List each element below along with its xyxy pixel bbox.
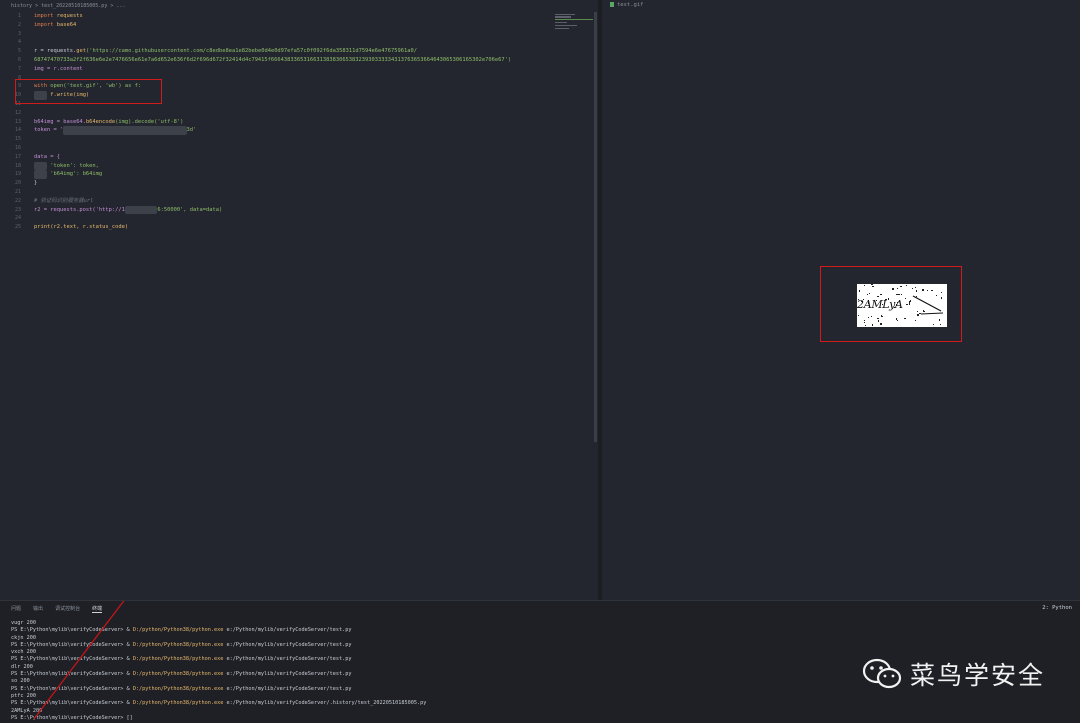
line-number-gutter: 1 2 3 4 5 6 7 8 9 10 11 12 13 14 15 16 17 18 19 20 21 22 23 24 2…: [0, 12, 24, 232]
tab-problems[interactable]: 问题: [11, 606, 21, 612]
terminal-line: PS E:\Python\mylib\verifyCodeServer> & D…: [11, 627, 352, 634]
line-number: 24: [14, 215, 21, 222]
breadcrumb-text: history > test_20220510185005.py > ...: [11, 3, 126, 9]
line-number: 3: [17, 30, 21, 37]
code-line: print(r2.text, r.status_code): [34, 224, 129, 231]
line-number: 2: [17, 21, 21, 28]
tab-terminal[interactable]: 终端: [92, 606, 103, 613]
code-line: ____ 'b64img': b64img: [34, 170, 554, 180]
terminal-line: ckjn 200: [11, 634, 36, 641]
code-line: 68747470733a2f2f636e6e2e7476656e61e7a6d6…: [34, 56, 512, 63]
terminal-line: 2AMLyA 200: [11, 707, 43, 714]
terminal-line: vugr 200: [11, 620, 36, 626]
line-number: 19: [14, 171, 21, 178]
terminal-line: PS E:\Python\mylib\verifyCodeServer> & D…: [11, 700, 427, 707]
line-number: 5: [17, 48, 21, 55]
code-editor[interactable]: history > test_20220510185005.py > ... 1…: [0, 0, 598, 600]
image-preview-pane[interactable]: test.gif 2AMLyA: [602, 0, 1080, 600]
line-number: 13: [14, 118, 21, 125]
code-line: img = r.content: [34, 65, 83, 72]
minimap[interactable]: [555, 12, 593, 42]
terminal-line: PS E:\Python\mylib\verifyCodeServer> & D…: [11, 656, 352, 663]
line-number: 17: [14, 153, 21, 160]
annotation-box-with-open: [15, 79, 162, 104]
terminal-line: PS E:\Python\mylib\verifyCodeServer> []: [11, 714, 133, 721]
terminal-line: vxch 200: [11, 649, 36, 656]
line-number: 25: [14, 224, 21, 231]
wechat-icon: [862, 658, 902, 689]
line-number: 14: [14, 127, 21, 134]
annotation-box-captcha: 2AMLyA: [820, 266, 962, 342]
terminal-shell-select[interactable]: 2: Python: [1042, 605, 1072, 611]
captcha-arrow: [912, 295, 944, 315]
code-line: import requests: [34, 13, 83, 19]
line-number: 4: [17, 39, 21, 46]
terminal-output[interactable]: vugr 200 PS E:\Python\mylib\verifyCodeSer…: [11, 620, 811, 722]
line-number: 22: [14, 197, 21, 204]
captcha-image: 2AMLyA: [857, 284, 947, 327]
line-number: 7: [17, 65, 21, 72]
redacted-token: ______________________________________: [63, 126, 187, 136]
terminal-line: ptfc 200: [11, 692, 36, 699]
watermark: 菜鸟学安全: [862, 654, 1045, 694]
terminal-line: so 200: [11, 678, 30, 685]
watermark-text: 菜鸟学安全: [910, 661, 1046, 690]
code-area[interactable]: import requests import base64 r = reques…: [34, 12, 554, 232]
line-number: 12: [14, 109, 21, 116]
breadcrumb[interactable]: history > test_20220510185005.py > ...: [0, 0, 598, 12]
image-file-icon: [610, 2, 614, 7]
editor-scrollbar[interactable]: [594, 12, 597, 442]
code-line: token = '_______________________________…: [34, 126, 197, 136]
code-line: r2 = requests.post('http://1__________6:…: [34, 205, 223, 215]
line-number: 21: [14, 188, 21, 195]
terminal-line: dlr 200: [11, 663, 33, 670]
code-line: }: [34, 180, 38, 187]
tab-debug-console[interactable]: 调试控制台: [55, 606, 80, 612]
code-line: b64img = base64.b64encode(img).decode('u…: [34, 118, 184, 125]
terminal-line: PS E:\Python\mylib\verifyCodeServer> & D…: [11, 641, 352, 648]
code-line: ____ 'token': token,: [34, 161, 554, 171]
terminal-line: PS E:\Python\mylib\verifyCodeServer> & D…: [11, 671, 352, 678]
code-line: data = {: [34, 153, 60, 160]
redacted-ip: __________: [124, 205, 158, 215]
tab-test-gif[interactable]: test.gif: [610, 2, 644, 8]
panel-tabs: 问题 输出 调试控制台 终端: [11, 605, 111, 613]
line-number: 23: [14, 206, 21, 213]
line-number: 15: [14, 136, 21, 143]
line-number: 18: [14, 162, 21, 169]
line-number: 6: [17, 56, 21, 63]
tab-output[interactable]: 输出: [33, 606, 43, 612]
line-number: 20: [14, 180, 21, 187]
terminal-line: PS E:\Python\mylib\verifyCodeServer> & D…: [11, 685, 352, 692]
line-number: 1: [17, 13, 21, 19]
code-line: # 验证码识别服务器url: [34, 197, 94, 204]
code-line: import base64: [34, 21, 77, 28]
line-number: 16: [14, 144, 21, 151]
code-line: r = requests.get('https://camo.githubuse…: [34, 48, 417, 55]
